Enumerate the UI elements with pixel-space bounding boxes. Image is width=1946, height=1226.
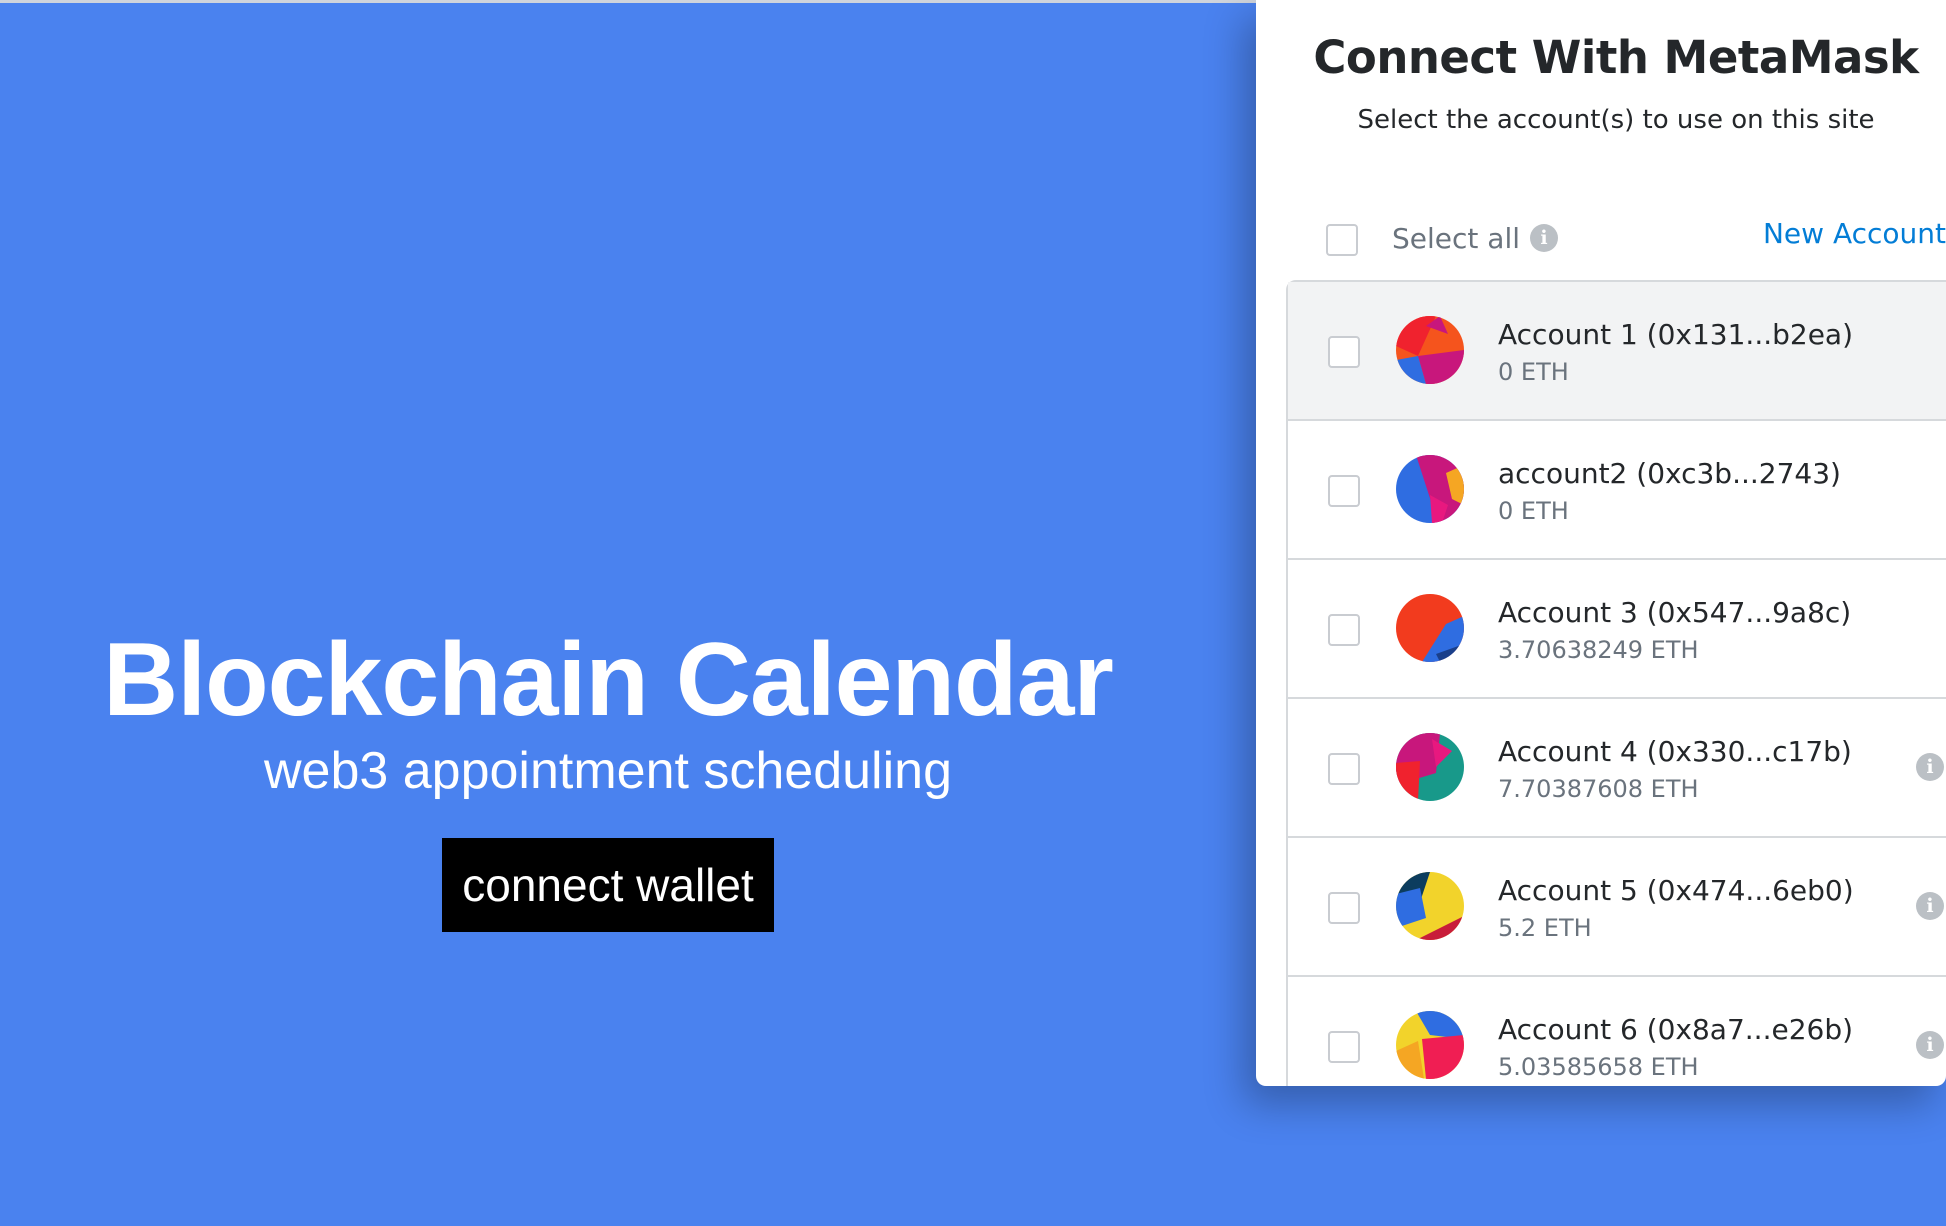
account-row[interactable]: Account 3 (0x547...9a8c) 3.70638249 ETH <box>1288 560 1946 699</box>
account-checkbox[interactable] <box>1328 753 1360 785</box>
account-avatar-icon <box>1396 1011 1464 1079</box>
info-icon[interactable]: i <box>1916 892 1944 920</box>
account-list: Account 1 (0x131...b2ea) 0 ETH account2 … <box>1286 280 1946 1086</box>
select-all-checkbox[interactable] <box>1326 224 1358 256</box>
account-avatar-icon <box>1396 455 1464 523</box>
account-name: Account 3 (0x547...9a8c) <box>1498 596 1852 629</box>
account-checkbox[interactable] <box>1328 475 1360 507</box>
account-name: account2 (0xc3b...2743) <box>1498 457 1841 490</box>
account-checkbox[interactable] <box>1328 892 1360 924</box>
account-row[interactable]: Account 1 (0x131...b2ea) 0 ETH <box>1288 282 1946 421</box>
account-name: Account 1 (0x131...b2ea) <box>1498 318 1854 351</box>
account-row[interactable]: Account 5 (0x474...6eb0) 5.2 ETH i <box>1288 838 1946 977</box>
info-icon[interactable]: i <box>1530 224 1558 252</box>
metamask-subtitle: Select the account(s) to use on this sit… <box>1357 105 1875 135</box>
account-balance: 7.70387608 ETH <box>1498 775 1699 803</box>
info-icon[interactable]: i <box>1916 1031 1944 1059</box>
account-checkbox[interactable] <box>1328 614 1360 646</box>
page-title: Blockchain Calendar <box>103 622 1114 738</box>
select-all-label: Select all <box>1392 222 1520 255</box>
account-avatar-icon <box>1396 872 1464 940</box>
account-row[interactable]: Account 6 (0x8a7...e26b) 5.03585658 ETH … <box>1288 977 1946 1086</box>
account-balance: 5.2 ETH <box>1498 914 1592 942</box>
account-avatar-icon <box>1396 316 1464 384</box>
metamask-connect-popup: Connect With MetaMask Select the account… <box>1256 0 1946 1086</box>
account-checkbox[interactable] <box>1328 1031 1360 1063</box>
account-checkbox[interactable] <box>1328 336 1360 368</box>
account-name: Account 5 (0x474...6eb0) <box>1498 874 1854 907</box>
metamask-title: Connect With MetaMask <box>1313 31 1919 84</box>
new-account-link[interactable]: New Account <box>1763 214 1946 254</box>
info-icon[interactable]: i <box>1916 753 1944 781</box>
account-balance: 3.70638249 ETH <box>1498 636 1699 664</box>
hero-section: Blockchain Calendar web3 appointment sch… <box>0 620 1216 932</box>
account-row[interactable]: Account 4 (0x330...c17b) 7.70387608 ETH … <box>1288 699 1946 838</box>
account-balance: 5.03585658 ETH <box>1498 1053 1699 1081</box>
account-name: Account 6 (0x8a7...e26b) <box>1498 1013 1854 1046</box>
account-name: Account 4 (0x330...c17b) <box>1498 735 1852 768</box>
account-avatar-icon <box>1396 733 1464 801</box>
account-balance: 0 ETH <box>1498 497 1569 525</box>
account-row[interactable]: account2 (0xc3b...2743) 0 ETH <box>1288 421 1946 560</box>
account-avatar-icon <box>1396 594 1464 662</box>
account-balance: 0 ETH <box>1498 358 1569 386</box>
connect-wallet-button[interactable]: connect wallet <box>442 838 774 932</box>
page-subtitle: web3 appointment scheduling <box>263 742 953 800</box>
